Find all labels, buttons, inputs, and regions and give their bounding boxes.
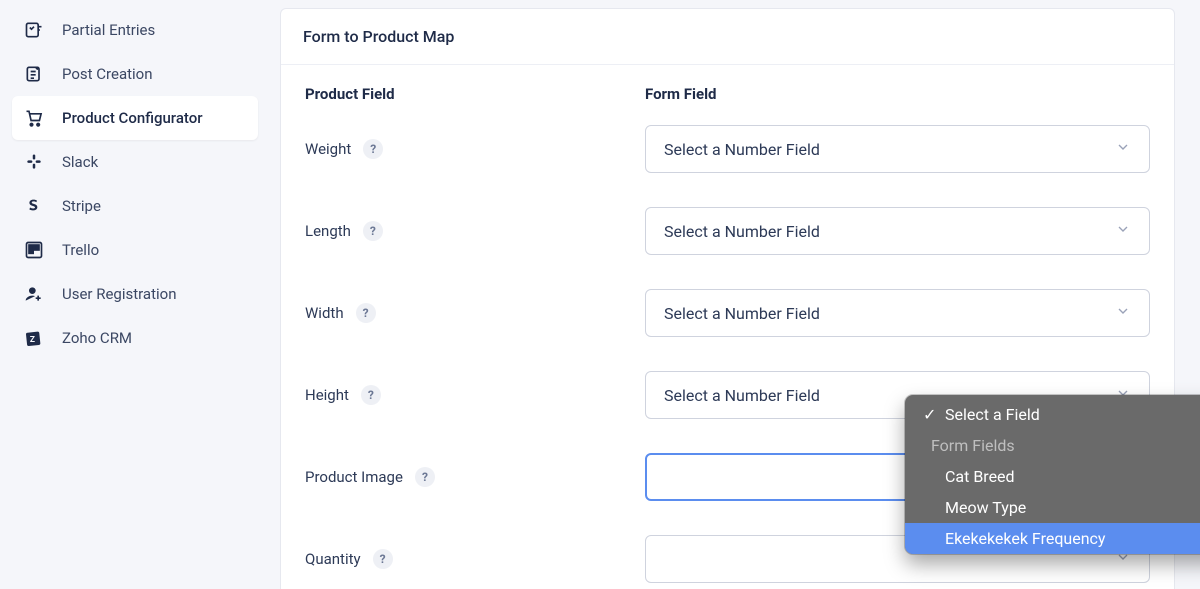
dropdown-option-label: Meow Type [945, 498, 1026, 517]
form-field-select-wrapper: Select a Number Field [645, 289, 1150, 337]
dropdown-option-select-a-field[interactable]: ✓ Select a Field [905, 399, 1200, 430]
chevron-down-icon [1115, 303, 1131, 323]
product-field-label: Width [305, 304, 344, 322]
help-icon[interactable]: ? [415, 467, 435, 487]
product-field-label-cell: Product Image ? [305, 467, 645, 487]
help-icon[interactable]: ? [356, 303, 376, 323]
dropdown-option-ekekekekek-frequency[interactable]: Ekekekekek Frequency [905, 523, 1200, 554]
product-image-dropdown: ✓ Select a Field Form Fields Cat Breed M… [905, 395, 1200, 554]
partial-entries-icon [24, 20, 44, 40]
map-row-weight: Weight ? Select a Number Field [305, 125, 1150, 173]
dropdown-option-label: Select a Field [945, 405, 1040, 424]
column-headers: Product Field Form Field [305, 85, 1150, 103]
help-icon[interactable]: ? [373, 549, 393, 569]
product-field-label-cell: Width ? [305, 303, 645, 323]
sidebar-item-label: Partial Entries [62, 21, 155, 39]
sidebar-item-product-configurator[interactable]: Product Configurator [12, 96, 258, 140]
select-placeholder: Select a Number Field [664, 304, 820, 323]
sidebar-item-user-registration[interactable]: User Registration [12, 272, 258, 316]
user-registration-icon [24, 284, 44, 304]
chevron-down-icon [1115, 139, 1131, 159]
dropdown-option-label: Cat Breed [945, 467, 1015, 486]
product-field-label: Length [305, 222, 351, 240]
select-placeholder: Select a Number Field [664, 222, 820, 241]
sidebar-item-label: Post Creation [62, 65, 153, 83]
product-field-label-cell: Length ? [305, 221, 645, 241]
map-row-width: Width ? Select a Number Field [305, 289, 1150, 337]
length-select[interactable]: Select a Number Field [645, 207, 1150, 255]
post-creation-icon [24, 64, 44, 84]
sidebar-item-stripe[interactable]: Stripe [12, 184, 258, 228]
product-field-header: Product Field [305, 85, 645, 103]
cart-icon [24, 108, 44, 128]
sidebar-item-partial-entries[interactable]: Partial Entries [12, 8, 258, 52]
product-field-label: Weight [305, 140, 351, 158]
weight-select[interactable]: Select a Number Field [645, 125, 1150, 173]
help-icon[interactable]: ? [361, 385, 381, 405]
product-field-label: Height [305, 386, 349, 404]
sidebar-item-slack[interactable]: Slack [12, 140, 258, 184]
product-field-label: Product Image [305, 468, 403, 486]
sidebar: Partial Entries Post Creation Produc [0, 0, 270, 589]
dropdown-group-form-fields: Form Fields [905, 430, 1200, 461]
svg-text:Z: Z [30, 335, 35, 345]
form-field-select-wrapper: Select a Number Field [645, 207, 1150, 255]
stripe-icon [24, 196, 44, 216]
main-content: Form to Product Map Product Field Form F… [270, 0, 1200, 589]
dropdown-option-label: Ekekekekek Frequency [945, 529, 1106, 548]
dropdown-option-cat-breed[interactable]: Cat Breed [905, 461, 1200, 492]
panel-title: Form to Product Map [281, 9, 1174, 65]
chevron-down-icon [1115, 221, 1131, 241]
sidebar-item-trello[interactable]: Trello [12, 228, 258, 272]
map-row-length: Length ? Select a Number Field [305, 207, 1150, 255]
form-field-header: Form Field [645, 85, 1150, 103]
product-field-label-cell: Weight ? [305, 139, 645, 159]
trello-icon [24, 240, 44, 260]
width-select[interactable]: Select a Number Field [645, 289, 1150, 337]
sidebar-item-zoho-crm[interactable]: Z Zoho CRM [12, 316, 258, 360]
sidebar-item-post-creation[interactable]: Post Creation [12, 52, 258, 96]
product-field-label-cell: Height ? [305, 385, 645, 405]
product-field-label: Quantity [305, 550, 361, 568]
dropdown-group-label: Form Fields [931, 436, 1015, 455]
product-field-label-cell: Quantity ? [305, 549, 645, 569]
app-root: Partial Entries Post Creation Produc [0, 0, 1200, 589]
sidebar-item-label: Stripe [62, 197, 101, 215]
zoho-icon: Z [24, 328, 44, 348]
sidebar-item-label: Trello [62, 241, 99, 259]
help-icon[interactable]: ? [363, 221, 383, 241]
sidebar-item-label: Slack [62, 153, 98, 171]
select-placeholder: Select a Number Field [664, 386, 820, 405]
sidebar-item-label: User Registration [62, 285, 177, 303]
check-icon: ✓ [923, 405, 937, 424]
slack-icon [24, 152, 44, 172]
select-placeholder: Select a Number Field [664, 140, 820, 159]
sidebar-item-label: Product Configurator [62, 109, 203, 127]
form-field-select-wrapper: Select a Number Field [645, 125, 1150, 173]
help-icon[interactable]: ? [363, 139, 383, 159]
sidebar-item-label: Zoho CRM [62, 329, 132, 347]
dropdown-option-meow-type[interactable]: Meow Type [905, 492, 1200, 523]
